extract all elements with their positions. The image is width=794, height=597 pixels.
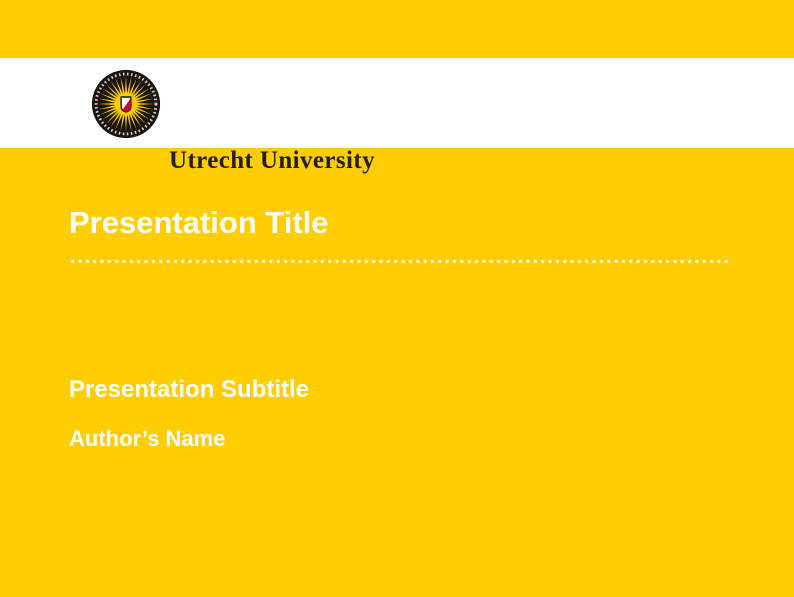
- dotted-divider-rule: [69, 258, 730, 265]
- utrecht-university-seal-icon: [91, 69, 161, 139]
- seal-shield: [121, 97, 131, 112]
- presentation-title: Presentation Title: [69, 205, 329, 241]
- university-wordmark: Utrecht University: [169, 146, 375, 176]
- author-name: Author’s Name: [69, 426, 225, 451]
- logo-band: Utrecht University: [0, 58, 794, 148]
- title-slide: Utrecht University Presentation Title Pr…: [0, 0, 794, 597]
- presentation-subtitle: Presentation Subtitle: [69, 376, 309, 404]
